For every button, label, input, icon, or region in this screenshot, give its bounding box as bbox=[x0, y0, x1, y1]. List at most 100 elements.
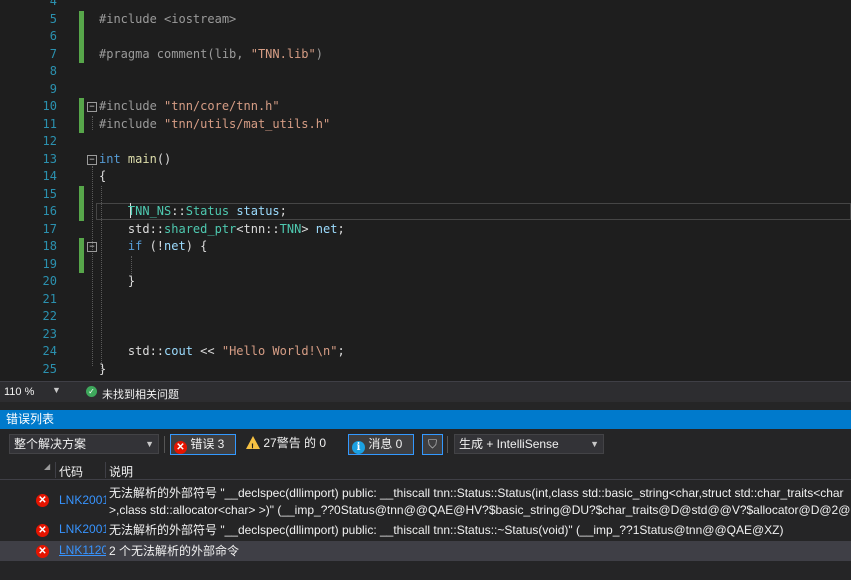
code-text: TNN_NS::Status status; bbox=[127, 204, 287, 218]
error-icon: ✕ bbox=[36, 545, 49, 558]
code-text: #include "tnn/utils/mat_utils.h" bbox=[99, 116, 331, 131]
code-line[interactable]: 10 − #include "tnn/core/tnn.h" bbox=[0, 98, 851, 116]
line-number: 24 bbox=[42, 344, 57, 358]
change-marker bbox=[79, 203, 84, 221]
code-line[interactable]: 4 bbox=[0, 0, 851, 11]
code-line[interactable]: 5 #include <iostream> bbox=[0, 10, 851, 28]
code-text: #pragma comment(lib, "TNN.lib") bbox=[99, 46, 323, 61]
messages-filter-button[interactable]: i 消息 0 bbox=[348, 434, 414, 455]
change-marker bbox=[79, 238, 84, 256]
change-marker bbox=[79, 255, 84, 273]
line-number: 7 bbox=[49, 46, 57, 61]
change-marker bbox=[79, 115, 84, 133]
scope-dropdown[interactable]: 整个解决方案 ▼ bbox=[9, 434, 159, 454]
code-line[interactable]: 11 #include "tnn/utils/mat_utils.h" bbox=[0, 115, 851, 133]
line-number: 9 bbox=[49, 81, 57, 96]
error-list-toolbar: 整个解决方案 ▼ ✕ 错误 3 ! 27警告 的 0 i 消息 0 ⛉ 生成 +… bbox=[0, 432, 851, 458]
warnings-count: 27警告 的 0 bbox=[263, 436, 327, 450]
line-number: 6 bbox=[49, 29, 57, 43]
error-icon: ✕ bbox=[174, 441, 187, 454]
issues-status[interactable]: 未找到相关问题 bbox=[102, 386, 179, 402]
code-text: std::cout << "Hello World!\n"; bbox=[99, 344, 345, 358]
code-line[interactable]: 6 bbox=[0, 28, 851, 46]
check-circle-icon: ✓ bbox=[86, 386, 97, 397]
error-row[interactable]: ✕ LNK2001 无法解析的外部符号 "__declspec(dllimpor… bbox=[0, 484, 851, 520]
code-line[interactable]: 18 − if (!net) { bbox=[0, 238, 851, 256]
error-icon: ✕ bbox=[36, 494, 49, 507]
column-header-description[interactable]: 说明 bbox=[109, 463, 133, 480]
error-code[interactable]: LNK1120 bbox=[59, 543, 106, 557]
info-icon: i bbox=[352, 441, 365, 454]
code-line[interactable]: 25} bbox=[0, 361, 851, 379]
code-text: } bbox=[99, 274, 136, 288]
scope-value: 整个解决方案 bbox=[14, 437, 87, 451]
errors-filter-button[interactable]: ✕ 错误 3 bbox=[170, 434, 236, 455]
error-code[interactable]: LNK2001 bbox=[59, 493, 106, 507]
code-line[interactable]: 20 } bbox=[0, 273, 851, 291]
line-number: 12 bbox=[42, 134, 57, 148]
line-number: 4 bbox=[49, 0, 57, 8]
warnings-filter-button[interactable]: ! 27警告 的 0 bbox=[246, 434, 342, 455]
zoom-level[interactable]: 110 % bbox=[4, 386, 34, 398]
code-line[interactable]: 21 bbox=[0, 291, 851, 309]
toolbar-divider bbox=[164, 436, 165, 453]
code-line[interactable]: 16 TNN_NS::Status status; bbox=[0, 203, 851, 221]
code-line[interactable]: 24 std::cout << "Hello World!\n"; bbox=[0, 343, 851, 361]
error-code[interactable]: LNK2001 bbox=[59, 522, 106, 536]
filter-icon[interactable]: ⛉ bbox=[422, 434, 443, 455]
column-divider[interactable] bbox=[105, 462, 106, 478]
code-line[interactable]: 9 bbox=[0, 81, 851, 99]
code-line[interactable]: 8 bbox=[0, 63, 851, 81]
change-marker bbox=[79, 98, 84, 116]
code-text: #include "tnn/core/tnn.h" bbox=[99, 99, 280, 113]
line-number: 22 bbox=[42, 309, 57, 323]
line-number: 23 bbox=[42, 326, 57, 341]
sort-icon[interactable]: ◢ bbox=[44, 462, 50, 471]
line-number: 17 bbox=[42, 221, 57, 236]
build-source-value: 生成 + IntelliSense bbox=[459, 437, 559, 451]
line-number: 21 bbox=[42, 291, 57, 306]
code-line[interactable]: 23 bbox=[0, 326, 851, 344]
column-divider[interactable] bbox=[55, 462, 56, 478]
change-marker bbox=[79, 45, 84, 63]
panel-title[interactable]: 错误列表 bbox=[0, 410, 851, 429]
collapse-icon[interactable]: − bbox=[87, 242, 97, 252]
chevron-down-icon[interactable]: ▼ bbox=[52, 385, 61, 395]
change-marker bbox=[79, 185, 84, 203]
build-source-dropdown[interactable]: 生成 + IntelliSense ▼ bbox=[454, 434, 604, 454]
collapse-icon[interactable]: − bbox=[87, 154, 97, 165]
warning-icon: ! bbox=[246, 436, 260, 452]
messages-count: 消息 0 bbox=[368, 437, 403, 451]
error-description: 2 个无法解析的外部命令 bbox=[109, 544, 240, 558]
code-line[interactable]: 14 { bbox=[0, 168, 851, 186]
error-description: 无法解析的外部符号 "__declspec(dllimport) public:… bbox=[109, 486, 851, 517]
line-number: 10 bbox=[42, 99, 57, 113]
code-line[interactable]: 7 #pragma comment(lib, "TNN.lib") bbox=[0, 45, 851, 63]
code-editor[interactable]: 4 5 #include <iostream> 6 7 #pragma comment(l… bbox=[0, 0, 851, 381]
code-line[interactable]: 17 std::shared_ptr<tnn::TNN> net; bbox=[0, 221, 851, 239]
code-text: } bbox=[99, 361, 107, 376]
code-line[interactable]: 12 bbox=[0, 133, 851, 151]
code-text: #include <iostream> bbox=[99, 11, 237, 26]
editor-status-bar: 110 % ▼ ✓ 未找到相关问题 bbox=[0, 381, 851, 402]
line-number: 13 bbox=[42, 151, 57, 166]
error-icon: ✕ bbox=[36, 524, 49, 537]
code-line[interactable]: 13 − int main() bbox=[0, 151, 851, 169]
code-text: if (!net) { bbox=[127, 239, 208, 253]
chevron-down-icon: ▼ bbox=[145, 439, 154, 449]
error-row[interactable]: ✕ LNK1120 2 个无法解析的外部命令 bbox=[0, 541, 851, 561]
change-marker bbox=[79, 10, 84, 28]
code-line[interactable]: 15 bbox=[0, 185, 851, 203]
code-text: { bbox=[99, 169, 107, 183]
column-header-code[interactable]: 代码 bbox=[59, 463, 83, 480]
toolbar-divider bbox=[447, 436, 448, 453]
line-number: 5 bbox=[49, 11, 57, 26]
line-number: 15 bbox=[42, 186, 57, 201]
line-number: 19 bbox=[42, 256, 57, 271]
error-row[interactable]: ✕ LNK2001 无法解析的外部符号 "__declspec(dllimpor… bbox=[0, 520, 851, 540]
line-number: 25 bbox=[42, 361, 57, 376]
code-line[interactable]: 19 bbox=[0, 255, 851, 273]
code-line[interactable]: 22 bbox=[0, 308, 851, 326]
line-number: 20 bbox=[42, 274, 57, 288]
collapse-icon[interactable]: − bbox=[87, 102, 97, 112]
